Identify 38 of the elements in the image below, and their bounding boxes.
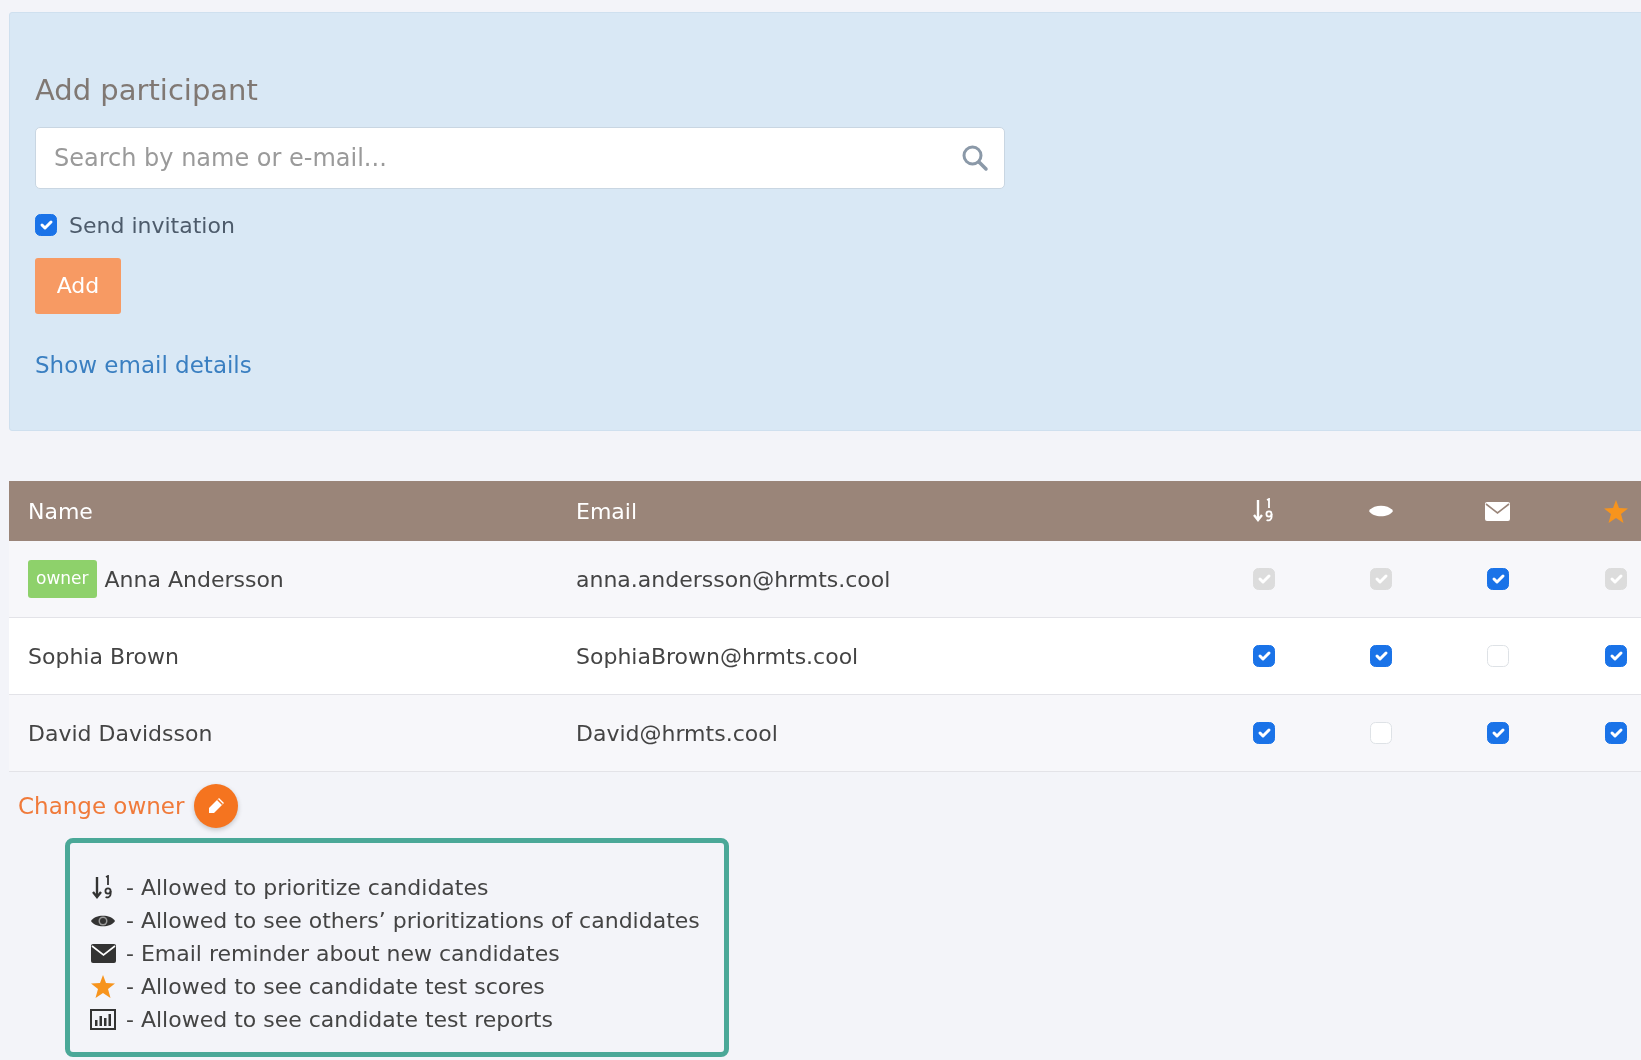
column-header: Name xyxy=(28,497,93,526)
permission-checkbox[interactable] xyxy=(1486,722,1509,744)
participant-name: Sophia Brown xyxy=(28,642,179,671)
envelope-icon xyxy=(90,944,116,963)
legend-text: - Allowed to see candidate test scores xyxy=(126,973,545,1001)
add-button[interactable]: Add xyxy=(35,257,121,314)
participant-email: SophiaBrown@hrmts.cool xyxy=(576,643,859,669)
checkbox[interactable] xyxy=(35,214,57,236)
owner-badge: owner xyxy=(28,560,97,598)
panel-title: Add participant xyxy=(35,72,259,109)
search-field[interactable]: Search by name or e-mail... xyxy=(35,126,1005,189)
legend-text: - Allowed to prioritize candidates xyxy=(126,874,489,902)
participant-name: David Davidsson xyxy=(28,719,213,748)
show-email-details-link[interactable]: Show email details xyxy=(35,347,252,382)
column-header: Email xyxy=(576,498,638,524)
permission-checkbox[interactable] xyxy=(1486,568,1509,590)
bar-chart-icon xyxy=(90,1009,116,1030)
legend-text: - Allowed to see others’ prioritizations of candidates xyxy=(126,907,700,935)
pencil-icon xyxy=(206,796,227,816)
permission-checkbox[interactable] xyxy=(1605,722,1627,744)
permission-checkbox[interactable] xyxy=(1252,722,1275,744)
search-icon xyxy=(961,143,989,172)
permission-checkbox[interactable] xyxy=(1369,645,1392,667)
participant-name: Anna Andersson xyxy=(104,565,284,594)
star-icon xyxy=(91,975,115,998)
legend-text: - Allowed to see candidate test reports xyxy=(126,1006,553,1034)
star-icon xyxy=(1604,499,1628,523)
sort-number-icon xyxy=(92,874,114,901)
permission-checkbox[interactable] xyxy=(1605,645,1627,667)
participant-email: anna.andersson@hrmts.cool xyxy=(576,566,891,592)
permission-checkbox[interactable] xyxy=(1252,645,1275,667)
edit-button[interactable] xyxy=(194,784,239,828)
sort-number-icon xyxy=(1252,498,1275,524)
checkbox-label: Send invitation xyxy=(69,211,235,240)
change-owner-label: Change owner xyxy=(18,791,185,821)
envelope-icon xyxy=(1485,501,1510,521)
legend-text: - Email reminder about new candidates xyxy=(126,940,560,968)
participant-email: David@hrmts.cool xyxy=(576,720,778,746)
